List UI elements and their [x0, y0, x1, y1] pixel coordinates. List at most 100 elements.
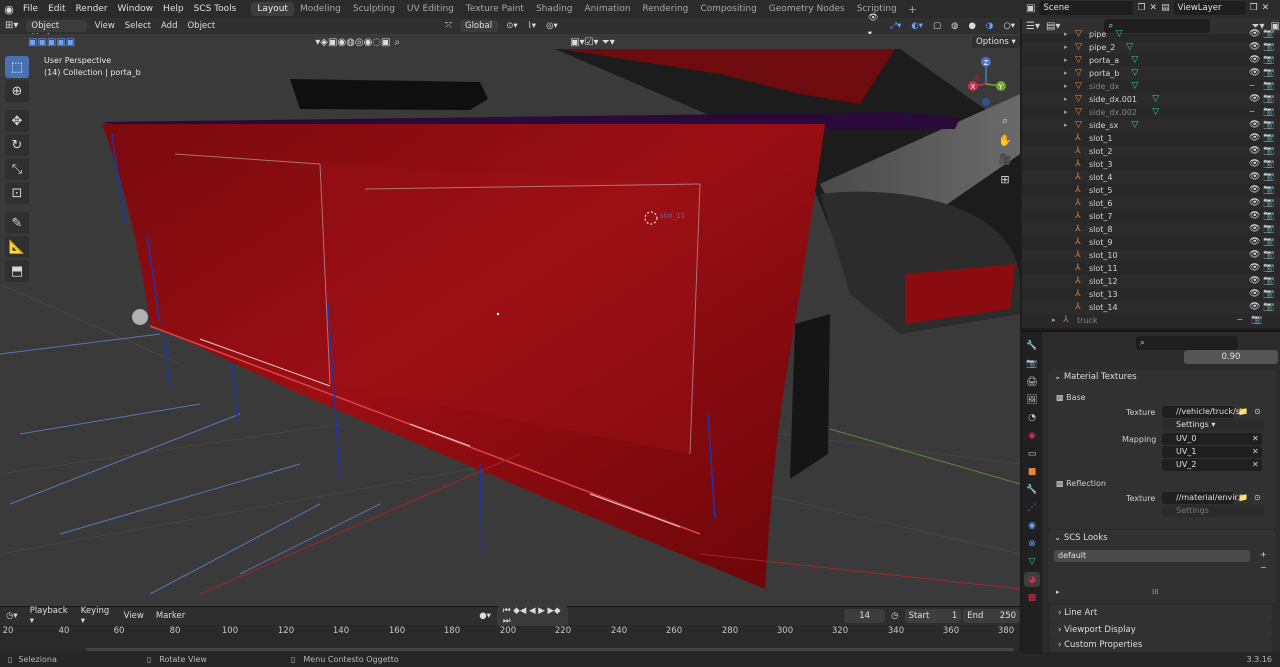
visibility-eye-icon[interactable]: 👁	[1249, 275, 1260, 288]
value-field[interactable]: 0.90	[1184, 350, 1278, 364]
outliner-row[interactable]: ⅄ slot_12 👁 📷	[1022, 275, 1280, 288]
menu-help[interactable]: Help	[158, 0, 189, 18]
visibility-eye-icon[interactable]: ⌣	[1237, 314, 1243, 327]
uv1-field[interactable]: UV_1	[1162, 446, 1262, 458]
outliner-row[interactable]: ⅄ slot_11 👁 📷	[1022, 262, 1280, 275]
material-textures-header[interactable]: ⌄ Material Textures	[1048, 369, 1276, 386]
tab-rendering[interactable]: Rendering	[636, 2, 694, 16]
visibility-eye-icon[interactable]: ⌣	[1249, 80, 1255, 93]
render-camera-icon[interactable]: 📷	[1263, 223, 1274, 236]
outliner-row[interactable]: ⅄ slot_6 👁 📷	[1022, 197, 1280, 210]
outliner-row[interactable]: ▸ ▽ pipe ▽ 👁 📷	[1022, 28, 1280, 41]
modifier-tab-icon[interactable]: 🔧	[1024, 482, 1040, 497]
start-frame-field[interactable]: Start 1	[904, 609, 962, 623]
current-frame-field[interactable]: 14	[844, 609, 886, 623]
tab-uv-editing[interactable]: UV Editing	[401, 2, 460, 16]
measure-tool-icon[interactable]: 📐	[5, 236, 29, 258]
menu-view[interactable]: View	[90, 18, 120, 34]
clear-uv2-icon[interactable]: ✕	[1252, 460, 1259, 469]
menu-add[interactable]: Add	[156, 18, 182, 34]
timeline-scrollbar[interactable]	[86, 648, 1014, 651]
expand-arrow-icon[interactable]: ▸	[1064, 28, 1068, 41]
expand-arrow-icon[interactable]: ▸	[1052, 314, 1056, 327]
add-cube-tool-icon[interactable]: ⬒	[5, 260, 29, 282]
mesh-data-icon[interactable]: ▽	[1131, 67, 1138, 80]
outliner-row[interactable]: ⅄ slot_13 👁 📷	[1022, 288, 1280, 301]
viewport-search-icon[interactable]: ⌕	[394, 37, 400, 48]
render-camera-icon[interactable]: 📷	[1263, 145, 1274, 158]
object-mode-dropdown[interactable]: Object Mode ▾	[26, 20, 87, 43]
render-camera-icon[interactable]: 📷	[1263, 171, 1274, 184]
proportional-edit-icon[interactable]: ◎▾	[541, 18, 563, 34]
resize-grip-icon[interactable]: ⁞⁞⁞	[1152, 588, 1159, 596]
outliner-row[interactable]: ▸ ▽ pipe_2 ▽ 👁 📷	[1022, 41, 1280, 54]
record-icon[interactable]: ●▾	[473, 611, 497, 621]
view-layer-field[interactable]: ViewLayer	[1173, 1, 1246, 15]
render-camera-icon[interactable]: 📷	[1263, 158, 1274, 171]
render-camera-icon[interactable]: 📷	[1263, 67, 1274, 80]
render-camera-icon[interactable]: 📷	[1263, 28, 1274, 41]
base-texture-path-field[interactable]: //vehicle/truck/s...	[1162, 406, 1248, 418]
tool-tab-icon[interactable]: 🔧	[1024, 338, 1040, 353]
reflection-settings-dropdown[interactable]: Settings	[1162, 505, 1264, 517]
scene-tab-icon[interactable]: ◔	[1024, 410, 1040, 425]
outliner-row[interactable]: ▸ ▽ side_dx ▽ ⌣ 📷	[1022, 80, 1280, 93]
visibility-eye-icon[interactable]: 👁	[1249, 28, 1260, 41]
visibility-eye-icon[interactable]: 👁	[1249, 41, 1260, 54]
scale-tool-icon[interactable]: ⤡	[5, 158, 29, 180]
folder-icon[interactable]: 📁	[1238, 407, 1248, 416]
mesh-data-icon[interactable]: ▽	[1126, 41, 1133, 54]
visibility-eye-icon[interactable]: 👁	[1249, 262, 1260, 275]
add-look-icon[interactable]: +	[1260, 550, 1267, 559]
move-tool-icon[interactable]: ✥	[5, 110, 29, 132]
copy-layer-icon[interactable]: ❐	[1250, 3, 1258, 13]
pan-hand-icon[interactable]: ✋	[996, 131, 1014, 149]
close-layer-icon[interactable]: ✕	[1262, 3, 1270, 13]
annotate-tool-icon[interactable]: ✎	[5, 212, 29, 234]
expand-arrow-icon[interactable]: ▸	[1064, 41, 1068, 54]
material-tab-icon[interactable]: ◕	[1024, 572, 1040, 587]
remove-look-icon[interactable]: −	[1260, 563, 1267, 572]
constraints-tab-icon[interactable]: ⊗	[1024, 536, 1040, 551]
expand-arrow-icon[interactable]: ▸	[1064, 54, 1068, 67]
3d-viewport[interactable]: User Perspective (14) Collection | porta…	[0, 34, 1020, 606]
clear-uv0-icon[interactable]: ✕	[1252, 434, 1259, 443]
visibility-eye-icon[interactable]: 👁	[1249, 288, 1260, 301]
visibility-eye-icon[interactable]: 👁	[1249, 184, 1260, 197]
reflection-reset-icon[interactable]: ⊙	[1254, 493, 1261, 502]
visibility-eye-icon[interactable]: ⌣	[1249, 106, 1255, 119]
shading-rendered-icon[interactable]: ○▾	[998, 18, 1020, 34]
visibility-eye-icon[interactable]: 👁	[1249, 132, 1260, 145]
properties-search-input[interactable]: ⌕	[1136, 336, 1238, 350]
close-icon[interactable]: ✕	[1150, 3, 1158, 13]
render-camera-icon[interactable]: 📷	[1263, 275, 1274, 288]
expand-arrow-icon[interactable]: ▸	[1064, 93, 1068, 106]
visibility-eye-icon[interactable]: 👁	[1249, 119, 1260, 132]
mesh-data-icon[interactable]: ▽	[1131, 119, 1138, 132]
end-frame-field[interactable]: End 250	[963, 609, 1021, 623]
render-camera-icon[interactable]: 📷	[1263, 301, 1274, 314]
view-layer-tab-icon[interactable]: 🖼	[1024, 392, 1040, 407]
outliner-row[interactable]: ⅄ slot_3 👁 📷	[1022, 158, 1280, 171]
menu-select[interactable]: Select	[120, 18, 156, 34]
visibility-eye-icon[interactable]: 👁	[1249, 67, 1260, 80]
outliner-row[interactable]: ⅄ slot_10 👁 📷	[1022, 249, 1280, 262]
clear-uv1-icon[interactable]: ✕	[1252, 447, 1259, 456]
copy-icon[interactable]: ❐	[1137, 3, 1145, 13]
menu-edit[interactable]: Edit	[43, 0, 70, 18]
snap-icon[interactable]: ⌇▾	[523, 18, 541, 34]
visibility-eye-icon[interactable]: 👁	[1249, 249, 1260, 262]
gizmo-toggle-icon[interactable]: ⤢▾	[885, 18, 906, 34]
tab-modeling[interactable]: Modeling	[294, 2, 347, 16]
ortho-toggle-icon[interactable]: ⊞	[996, 170, 1014, 188]
render-camera-icon[interactable]: 📷	[1251, 314, 1262, 327]
expand-arrow-icon[interactable]: ▸	[1064, 119, 1068, 132]
shading-wireframe-icon[interactable]: ◍	[946, 18, 963, 34]
visibility-eye-icon[interactable]: 👁	[1249, 197, 1260, 210]
outliner-row[interactable]: ⅄ slot_5 👁 📷	[1022, 184, 1280, 197]
menu-scs-tools[interactable]: SCS Tools	[189, 0, 242, 18]
look-default-item[interactable]: default	[1054, 550, 1250, 562]
custom-properties-panel[interactable]: › Custom Properties	[1050, 639, 1272, 652]
tab-compositing[interactable]: Compositing	[694, 2, 762, 16]
expand-arrow-icon[interactable]: ▸	[1064, 106, 1068, 119]
